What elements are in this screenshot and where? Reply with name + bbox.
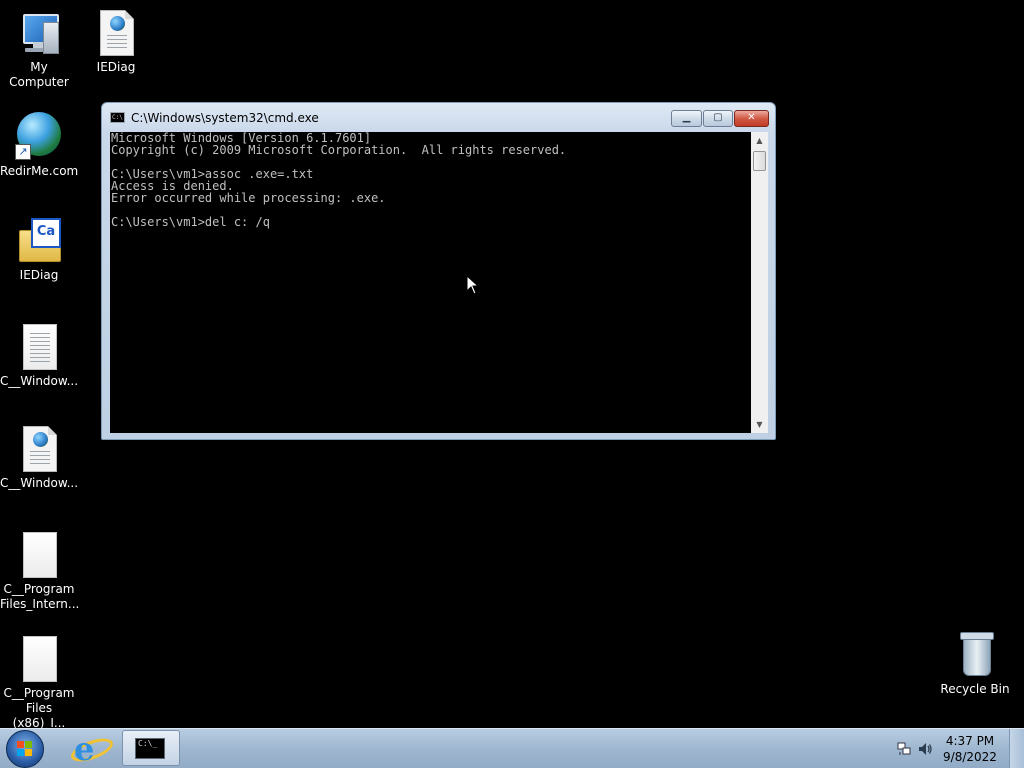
globe-shortcut-icon: ↗ [15, 112, 63, 160]
cmd-window[interactable]: C:\ C:\Windows\system32\cmd.exe ▁ ▢ ✕ Mi… [101, 102, 776, 440]
window-titlebar[interactable]: C:\ C:\Windows\system32\cmd.exe ▁ ▢ ✕ [102, 103, 775, 131]
desktop-icon-recycle-bin[interactable]: Recycle Bin [936, 630, 1014, 697]
desktop-icon-my-computer[interactable]: My Computer [0, 8, 78, 90]
system-tray: 4:37 PM 9/8/2022 [889, 729, 1024, 768]
desktop-icon-label: C__Window... [0, 374, 79, 388]
desktop-icon-label: RedirMe.com [0, 164, 79, 178]
scroll-up-arrow-icon[interactable]: ▲ [751, 132, 768, 149]
minimize-button[interactable]: ▁ [671, 110, 702, 127]
window-title: C:\Windows\system32\cmd.exe [131, 111, 319, 125]
blank-document-icon [15, 322, 63, 370]
volume-icon[interactable] [917, 741, 933, 757]
desktop-icon-label: Recycle Bin [940, 682, 1010, 696]
cmd-icon: C:\_ [135, 738, 165, 759]
close-icon: ✕ [747, 112, 756, 123]
vertical-scrollbar[interactable]: ▲ ▼ [751, 132, 768, 433]
show-desktop-button[interactable] [1009, 729, 1024, 768]
clock-date: 9/8/2022 [943, 750, 997, 764]
console-input-line[interactable]: C:\Users\vm1>del c: /q [110, 216, 751, 228]
console-line: Copyright (c) 2009 Microsoft Corporation… [111, 143, 567, 157]
console-line: Error occurred while processing: .exe. [111, 191, 386, 205]
blank-document-icon [15, 530, 63, 578]
document-globe-icon [92, 8, 140, 56]
document-globe-icon [15, 424, 63, 472]
cmd-icon[interactable]: C:\ [110, 112, 125, 123]
recycle-bin-icon [951, 630, 999, 678]
desktop-icon-c-windows-2[interactable]: C__Window... [0, 424, 78, 491]
scroll-thumb[interactable] [753, 151, 766, 171]
desktop-icon-iediag-folder[interactable]: Ca IEDiag [0, 216, 78, 283]
network-icon[interactable] [897, 742, 911, 756]
desktop-icon-redirme[interactable]: ↗ RedirMe.com [0, 112, 78, 179]
desktop-icon-c-program-files-x86[interactable]: C__Program Files (x86)_I... [0, 634, 78, 731]
desktop-icon-c-windows-1[interactable]: C__Window... [0, 322, 78, 389]
clock-time: 4:37 PM [945, 734, 995, 748]
close-button[interactable]: ✕ [734, 110, 769, 127]
start-button[interactable] [6, 730, 44, 768]
scroll-down-arrow-icon[interactable]: ▼ [751, 416, 768, 433]
computer-icon [15, 8, 63, 56]
desktop-icon-label: IEDiag [96, 60, 136, 74]
blank-document-icon [15, 634, 63, 682]
taskbar-internet-explorer[interactable]: e [66, 730, 116, 767]
windows-flag-icon [17, 741, 33, 757]
maximize-button[interactable]: ▢ [703, 110, 733, 127]
desktop-icon-label: C__Program Files (x86)_I... [3, 686, 75, 730]
minimize-icon: ▁ [682, 112, 691, 123]
desktop-icon-c-program-files-internet[interactable]: C__Program Files_Intern... [0, 530, 80, 612]
desktop-icon-label: C__Window... [0, 476, 79, 490]
console-output[interactable]: Microsoft Windows [Version 6.1.7601] Cop… [110, 132, 751, 433]
desktop-icon-label: IEDiag [19, 268, 59, 282]
desktop-icon-label: My Computer [9, 60, 69, 89]
taskbar-cmd[interactable]: C:\_ [122, 730, 180, 766]
mouse-pointer-icon [466, 275, 480, 295]
taskbar-clock[interactable]: 4:37 PM 9/8/2022 [935, 733, 1005, 765]
desktop-icon-iediag-file[interactable]: IEDiag [77, 8, 155, 75]
desktop-icon-label: C__Program Files_Intern... [0, 582, 80, 611]
folder-ca-icon: Ca [15, 216, 63, 264]
taskbar: e C:\_ 4:37 PM 9/8/2022 [0, 728, 1024, 768]
desktop: My Computer IEDiag ↗ RedirMe.com Ca IEDi… [0, 0, 1024, 768]
maximize-icon: ▢ [713, 112, 723, 123]
